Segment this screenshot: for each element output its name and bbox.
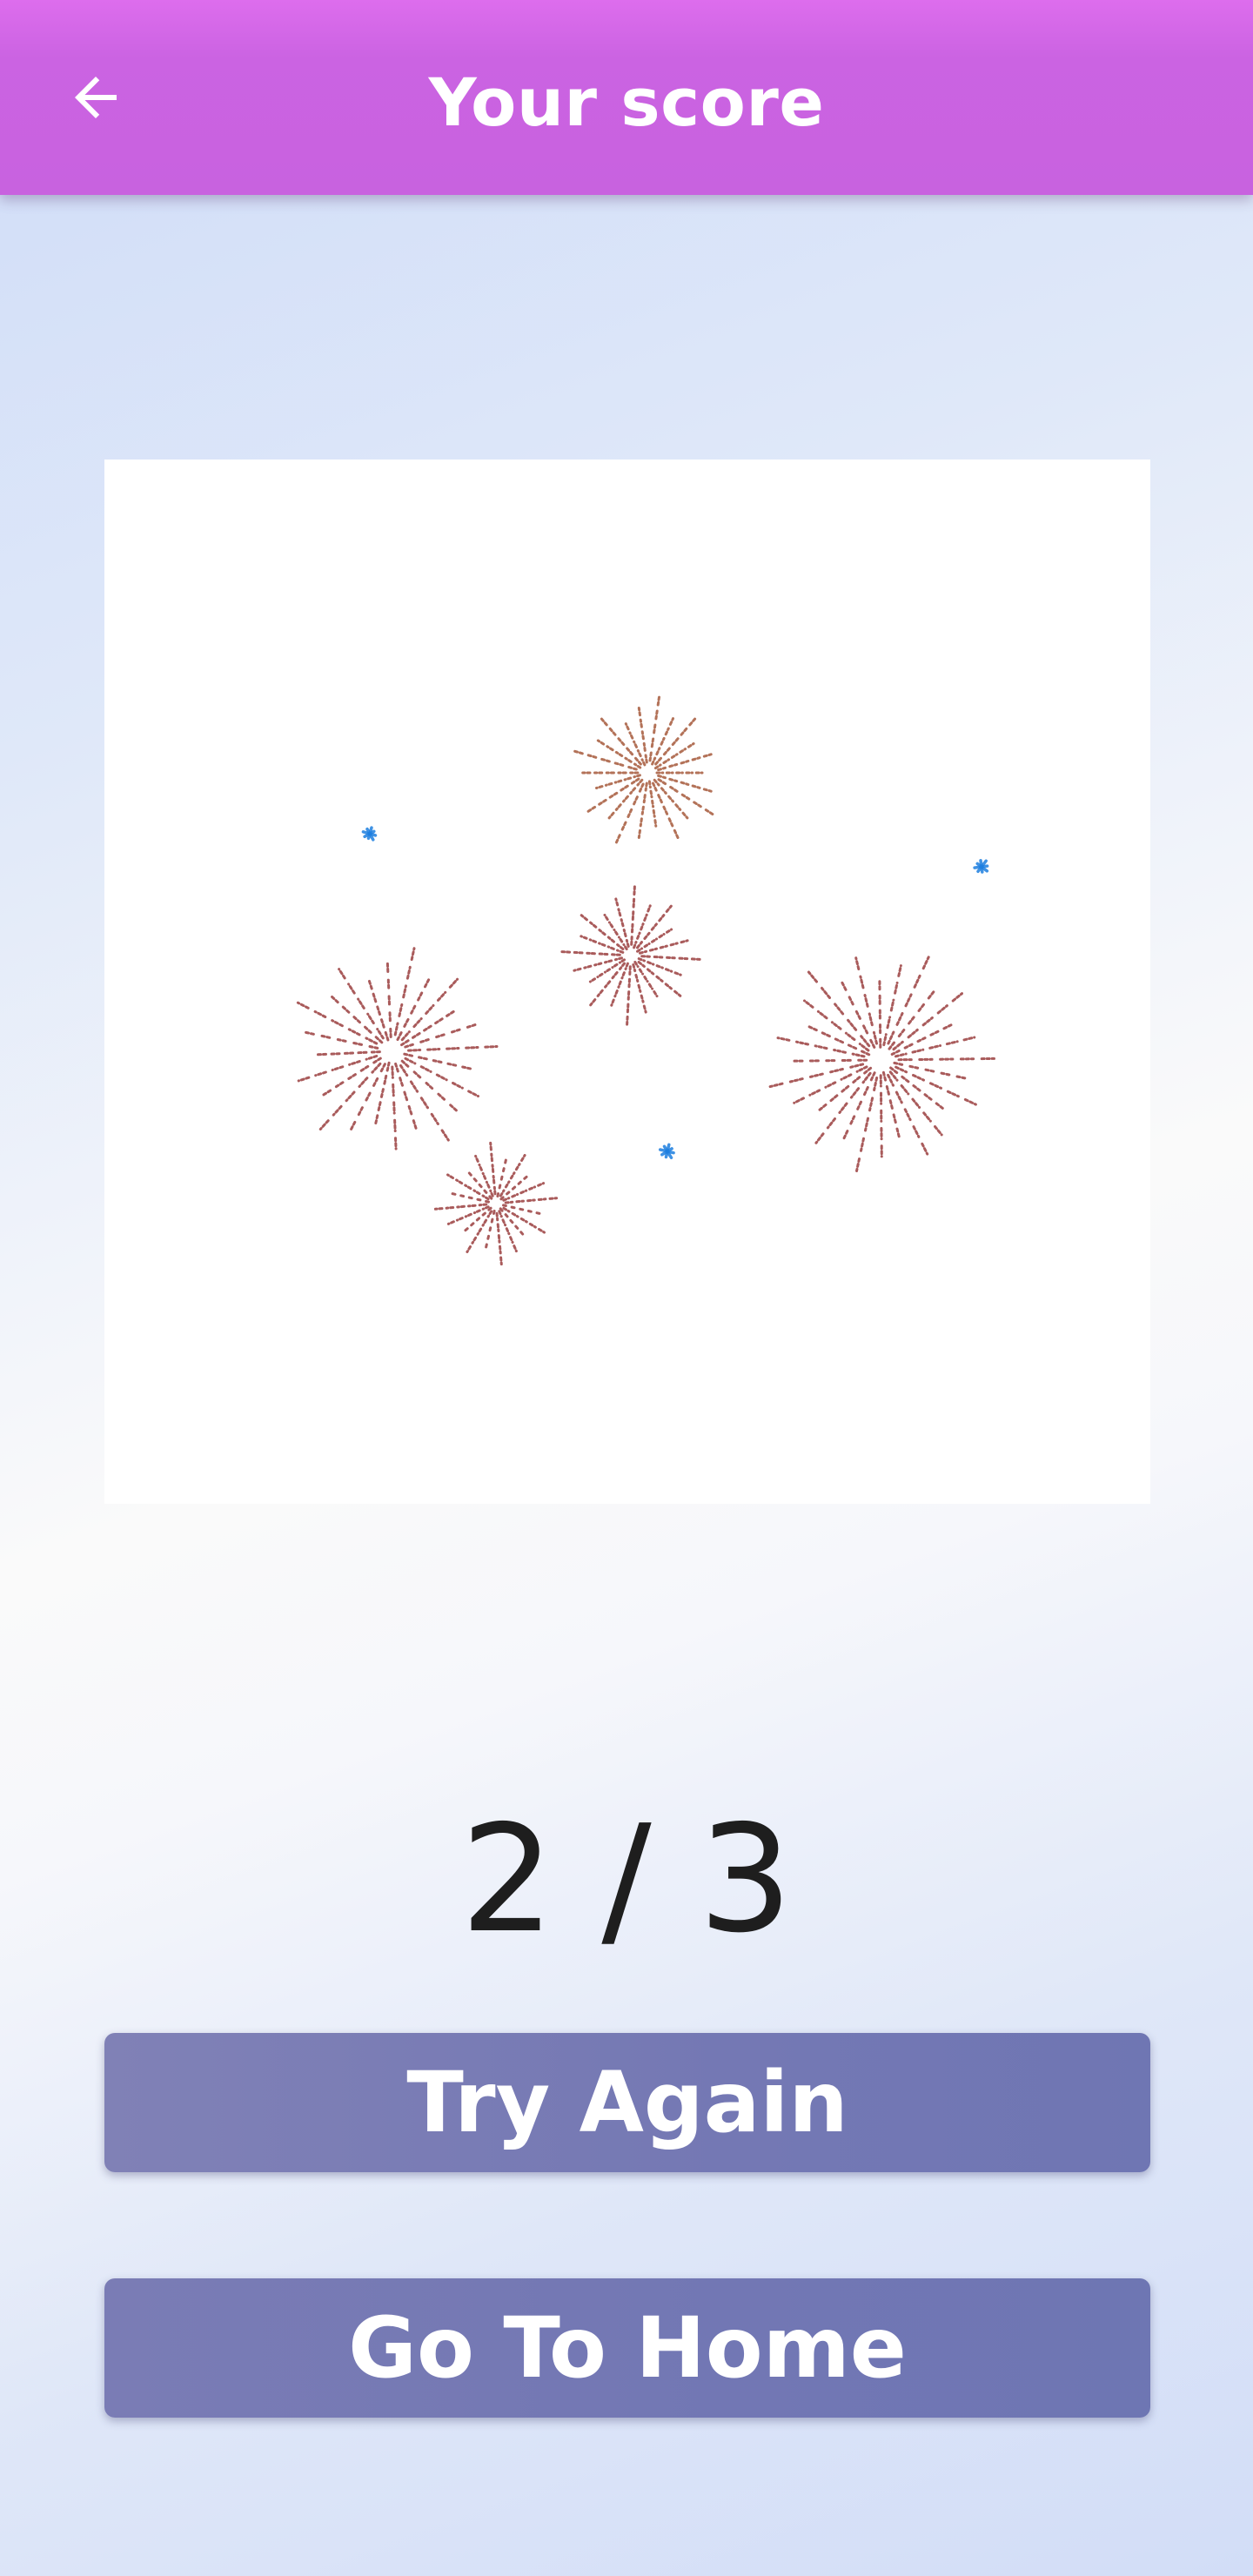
firework-burst bbox=[560, 885, 701, 1026]
firework-burst bbox=[768, 956, 995, 1172]
firework-burst bbox=[361, 826, 378, 842]
app-bar: Your score bbox=[0, 0, 1253, 195]
firework-burst bbox=[658, 1143, 675, 1160]
fireworks-illustration bbox=[104, 460, 1150, 1504]
firework-burst bbox=[433, 1141, 559, 1266]
score-value: 2 / 3 bbox=[460, 1794, 793, 1966]
go-to-home-button[interactable]: Go To Home bbox=[104, 2278, 1150, 2418]
firework-burst bbox=[973, 859, 989, 874]
firework-burst bbox=[573, 694, 714, 844]
try-again-button[interactable]: Try Again bbox=[104, 2033, 1150, 2172]
firework-burst bbox=[296, 947, 499, 1150]
page-title: Your score bbox=[428, 63, 825, 141]
